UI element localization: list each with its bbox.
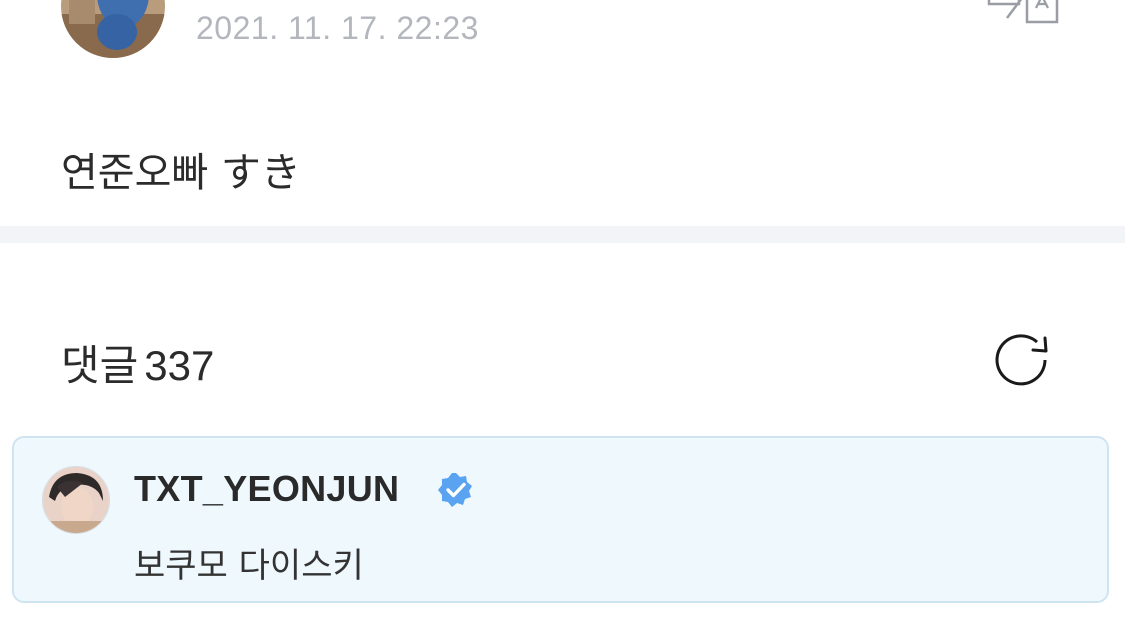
translate-icon[interactable] — [987, 0, 1061, 26]
pinned-artist-comment[interactable]: TXT_YEONJUN 보쿠모 다이스키 — [12, 436, 1109, 603]
pinned-comment-text: 보쿠모 다이스키 — [134, 546, 364, 586]
artist-avatar[interactable] — [42, 466, 110, 534]
author-avatar[interactable] — [61, 0, 165, 58]
artist-name[interactable]: TXT_YEONJUN — [134, 468, 399, 510]
post-body-text: 연준오빠 すき — [61, 150, 301, 196]
verified-badge-icon — [438, 472, 474, 508]
comments-label: 댓글 — [61, 341, 139, 390]
refresh-icon[interactable] — [993, 332, 1053, 388]
comments-count: 337 — [144, 342, 215, 389]
comments-header: 댓글 337 — [61, 332, 214, 393]
post-timestamp: 2021. 11. 17. 22:23 — [196, 10, 479, 46]
post-detail-screen: 2021. 11. 17. 22:23 연준오빠 すき 댓글 337 TXT_Y… — [0, 0, 1125, 630]
section-divider — [0, 226, 1125, 243]
